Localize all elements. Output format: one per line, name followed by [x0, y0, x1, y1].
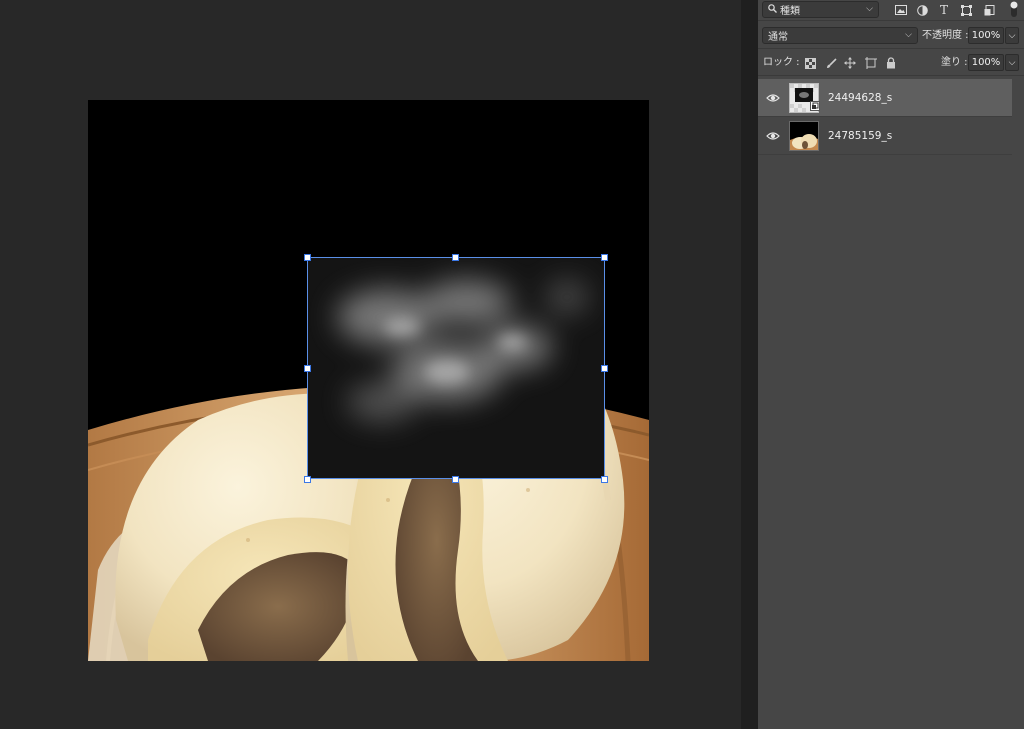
layer-row-smoke[interactable]: 24494628_s	[758, 79, 1012, 117]
transform-handle-top-right[interactable]	[601, 254, 608, 261]
layer-name: 24494628_s	[828, 92, 893, 104]
fill-dropdown-chevron-icon[interactable]: ⌵	[1005, 54, 1019, 71]
layer-name: 24785159_s	[828, 130, 893, 142]
opacity-label: 不透明度 :	[922, 30, 969, 41]
separator	[758, 20, 1024, 21]
smart-object-badge-icon	[810, 101, 820, 111]
layer-filter-label: 種類	[780, 6, 800, 17]
lock-label: ロック :	[763, 57, 800, 68]
layers-panel: 種類 ⌵ T 通常 ⌵ 不透明度 : 100% ⌵ ロック : 塗り : 100…	[758, 0, 1024, 729]
smart-object-filter-icon[interactable]	[982, 3, 996, 17]
canvas-workspace[interactable]	[0, 0, 741, 729]
visibility-eye-icon[interactable]	[766, 129, 780, 143]
lock-all-icon[interactable]	[884, 56, 898, 70]
blend-mode-select[interactable]: 通常 ⌵	[762, 27, 918, 44]
transform-handle-top-center[interactable]	[452, 254, 459, 261]
transform-handle-bottom-center[interactable]	[452, 476, 459, 483]
transform-bounding-box[interactable]	[307, 257, 605, 479]
separator	[758, 48, 1024, 49]
lock-paint-icon[interactable]	[824, 56, 838, 70]
transform-handle-middle-right[interactable]	[601, 365, 608, 372]
visibility-eye-icon[interactable]	[766, 91, 780, 105]
layer-row-buns[interactable]: 24785159_s	[758, 117, 1012, 155]
layer-thumbnail	[789, 121, 819, 151]
opacity-input[interactable]: 100%	[968, 27, 1004, 44]
search-icon	[768, 3, 777, 16]
adjustment-filter-icon[interactable]	[915, 3, 929, 17]
transform-handle-bottom-left[interactable]	[304, 476, 311, 483]
layer-filter-select[interactable]: 種類 ⌵	[762, 1, 879, 18]
transform-handle-middle-left[interactable]	[304, 365, 311, 372]
type-filter-icon[interactable]: T	[937, 3, 951, 17]
separator	[758, 75, 1024, 76]
document-canvas[interactable]	[88, 100, 649, 661]
chevron-down-icon: ⌵	[905, 30, 912, 40]
fill-label: 塗り :	[941, 57, 968, 68]
transform-handle-top-left[interactable]	[304, 254, 311, 261]
lock-position-icon[interactable]	[843, 56, 857, 70]
image-filter-icon[interactable]	[894, 3, 908, 17]
shape-filter-icon[interactable]	[959, 3, 973, 17]
lock-artboard-icon[interactable]	[864, 56, 878, 70]
blend-mode-value: 通常	[768, 32, 788, 43]
chevron-down-icon: ⌵	[866, 4, 873, 14]
opacity-dropdown-chevron-icon[interactable]: ⌵	[1005, 27, 1019, 44]
filter-toggle-switch[interactable]	[1008, 0, 1020, 18]
panel-divider	[741, 0, 758, 729]
fill-input[interactable]: 100%	[968, 54, 1004, 71]
transform-handle-bottom-right[interactable]	[601, 476, 608, 483]
lock-transparent-icon[interactable]	[803, 56, 817, 70]
